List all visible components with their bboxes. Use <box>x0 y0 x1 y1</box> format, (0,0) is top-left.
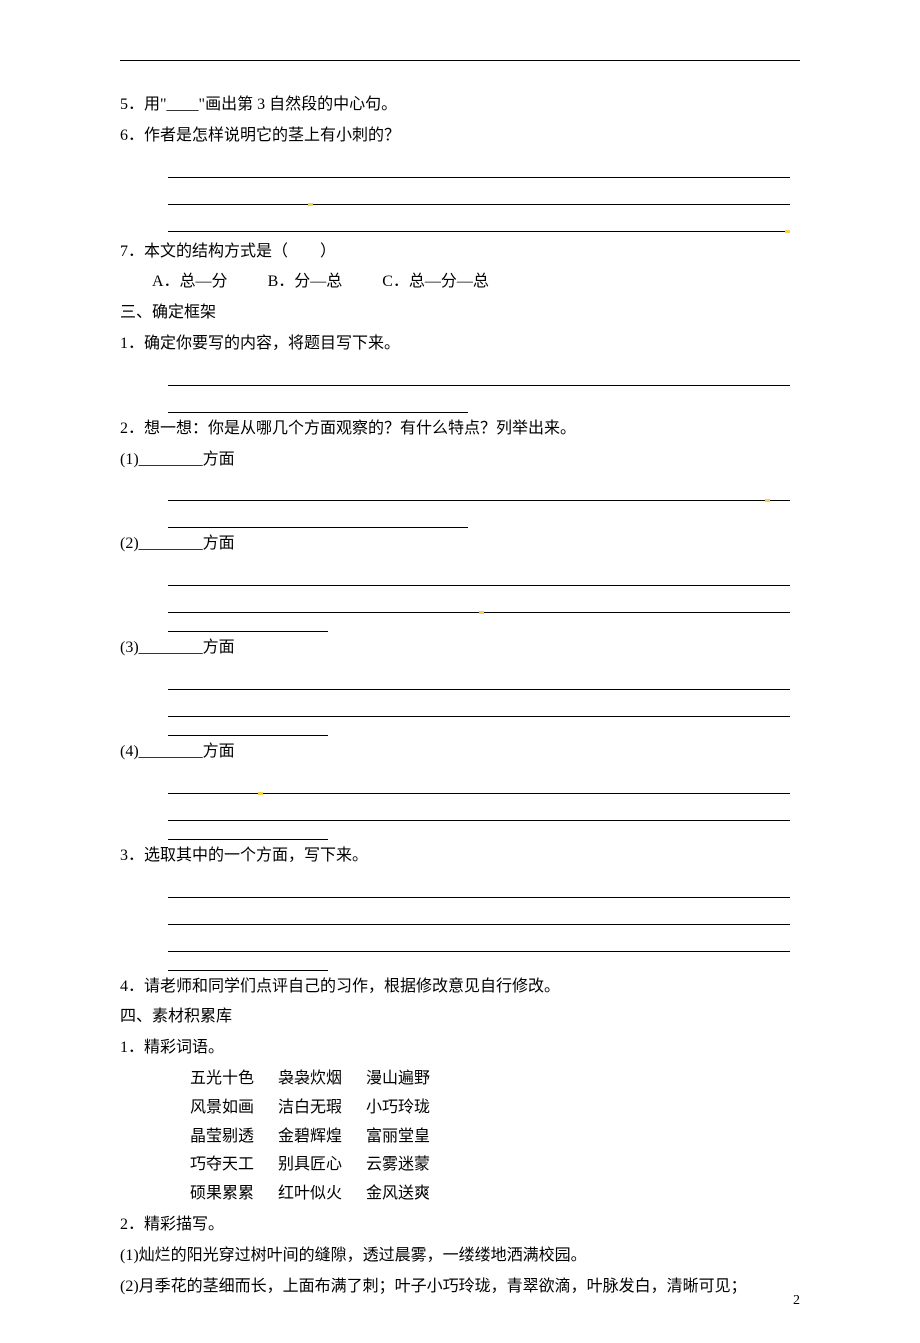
sec3-sub3: (3)________方面 <box>120 634 800 663</box>
label-4: (4) <box>120 743 139 760</box>
answer-line <box>168 184 790 205</box>
vocab-word: 硕果累累 <box>190 1185 254 1202</box>
blank-aspect: ________方面 <box>139 451 235 468</box>
highlight-dot-icon <box>765 499 770 502</box>
answer-line <box>168 669 790 690</box>
sec3-sub1: (1)________方面 <box>120 446 800 475</box>
answer-line <box>168 877 790 898</box>
answer-line <box>168 696 790 717</box>
vocab-row-1: 五光十色 袅袅炊烟 漫山遍野 <box>120 1065 800 1094</box>
sec3-item-4: 4．请老师和同学们点评自己的习作，根据修改意见自行修改。 <box>120 973 800 1002</box>
vocab-row-3: 晶莹剔透 金碧辉煌 富丽堂皇 <box>120 1123 800 1152</box>
highlight-dot-icon <box>258 792 263 795</box>
vocab-word: 小巧玲珑 <box>366 1099 430 1116</box>
question-7-options: A．总—分 B．分—总 C．总—分—总 <box>120 268 800 297</box>
blank-aspect: ________方面 <box>139 535 235 552</box>
answer-line-short <box>168 821 328 840</box>
blank-aspect: ________方面 <box>139 639 235 656</box>
answer-line-short <box>168 952 328 971</box>
section-4-title: 四、素材积累库 <box>120 1003 800 1032</box>
vocab-row-5: 硕果累累 红叶似火 金风送爽 <box>120 1180 800 1209</box>
answer-line <box>168 800 790 821</box>
vocab-word: 风景如画 <box>190 1099 254 1116</box>
vocab-word: 别具匠心 <box>278 1156 342 1173</box>
vocab-row-2: 风景如画 洁白无瑕 小巧玲珑 <box>120 1094 800 1123</box>
answer-line <box>168 592 790 613</box>
option-c: C．总—分—总 <box>382 273 489 290</box>
answer-line <box>168 365 790 386</box>
sec3-item-2: 2．想一想：你是从哪几个方面观察的？有什么特点？列举出来。 <box>120 415 800 444</box>
vocab-word: 金风送爽 <box>366 1185 430 1202</box>
answer-line <box>168 157 790 178</box>
sec4-item-2: 2．精彩描写。 <box>120 1211 800 1240</box>
vocab-row-4: 巧夺天工 别具匠心 云雾迷蒙 <box>120 1151 800 1180</box>
answer-line <box>168 931 790 952</box>
label-1: (1) <box>120 451 139 468</box>
sec4-desc-1: (1)灿烂的阳光穿过树叶间的缝隙，透过晨雾，一缕缕地洒满校园。 <box>120 1242 800 1271</box>
label-2: (2) <box>120 535 139 552</box>
answer-line-short <box>168 392 468 413</box>
sec3-item-1: 1．确定你要写的内容，将题目写下来。 <box>120 330 800 359</box>
highlight-dot-icon <box>785 230 790 233</box>
section-3-title: 三、确定框架 <box>120 299 800 328</box>
blank-aspect: ________方面 <box>139 743 235 760</box>
vocab-word: 漫山遍野 <box>366 1070 430 1087</box>
highlight-dot-icon <box>308 203 313 206</box>
answer-line-short <box>168 507 468 528</box>
vocab-word: 晶莹剔透 <box>190 1128 254 1145</box>
answer-line <box>168 773 790 794</box>
sec3-sub4: (4)________方面 <box>120 738 800 767</box>
vocab-word: 巧夺天工 <box>190 1156 254 1173</box>
answer-line <box>168 480 790 501</box>
answer-line-short <box>168 613 328 632</box>
answer-line <box>168 565 790 586</box>
label-3: (3) <box>120 639 139 656</box>
question-6: 6．作者是怎样说明它的茎上有小刺的？ <box>120 122 800 151</box>
vocab-word: 富丽堂皇 <box>366 1128 430 1145</box>
question-5: 5．用"____"画出第 3 自然段的中心句。 <box>120 91 800 120</box>
answer-line <box>168 904 790 925</box>
vocab-word: 洁白无瑕 <box>278 1099 342 1116</box>
top-horizontal-rule <box>120 60 800 61</box>
option-a: A．总—分 <box>152 273 228 290</box>
sec4-desc-2: (2)月季花的茎细而长，上面布满了刺；叶子小巧玲珑，青翠欲滴，叶脉发白，清晰可见… <box>120 1273 800 1302</box>
answer-line <box>168 211 790 232</box>
sec3-item-3: 3．选取其中的一个方面，写下来。 <box>120 842 800 871</box>
vocab-word: 红叶似火 <box>278 1185 342 1202</box>
option-b: B．分—总 <box>268 273 343 290</box>
highlight-dot-icon <box>479 611 484 614</box>
vocab-word: 金碧辉煌 <box>278 1128 342 1145</box>
vocab-word: 五光十色 <box>190 1070 254 1087</box>
sec3-sub2: (2)________方面 <box>120 530 800 559</box>
answer-line-short <box>168 717 328 736</box>
page-number: 2 <box>793 1288 800 1313</box>
vocab-word: 云雾迷蒙 <box>366 1156 430 1173</box>
sec4-item-1: 1．精彩词语。 <box>120 1034 800 1063</box>
question-7-stem: 7．本文的结构方式是（ ） <box>120 238 800 267</box>
vocab-word: 袅袅炊烟 <box>278 1070 342 1087</box>
